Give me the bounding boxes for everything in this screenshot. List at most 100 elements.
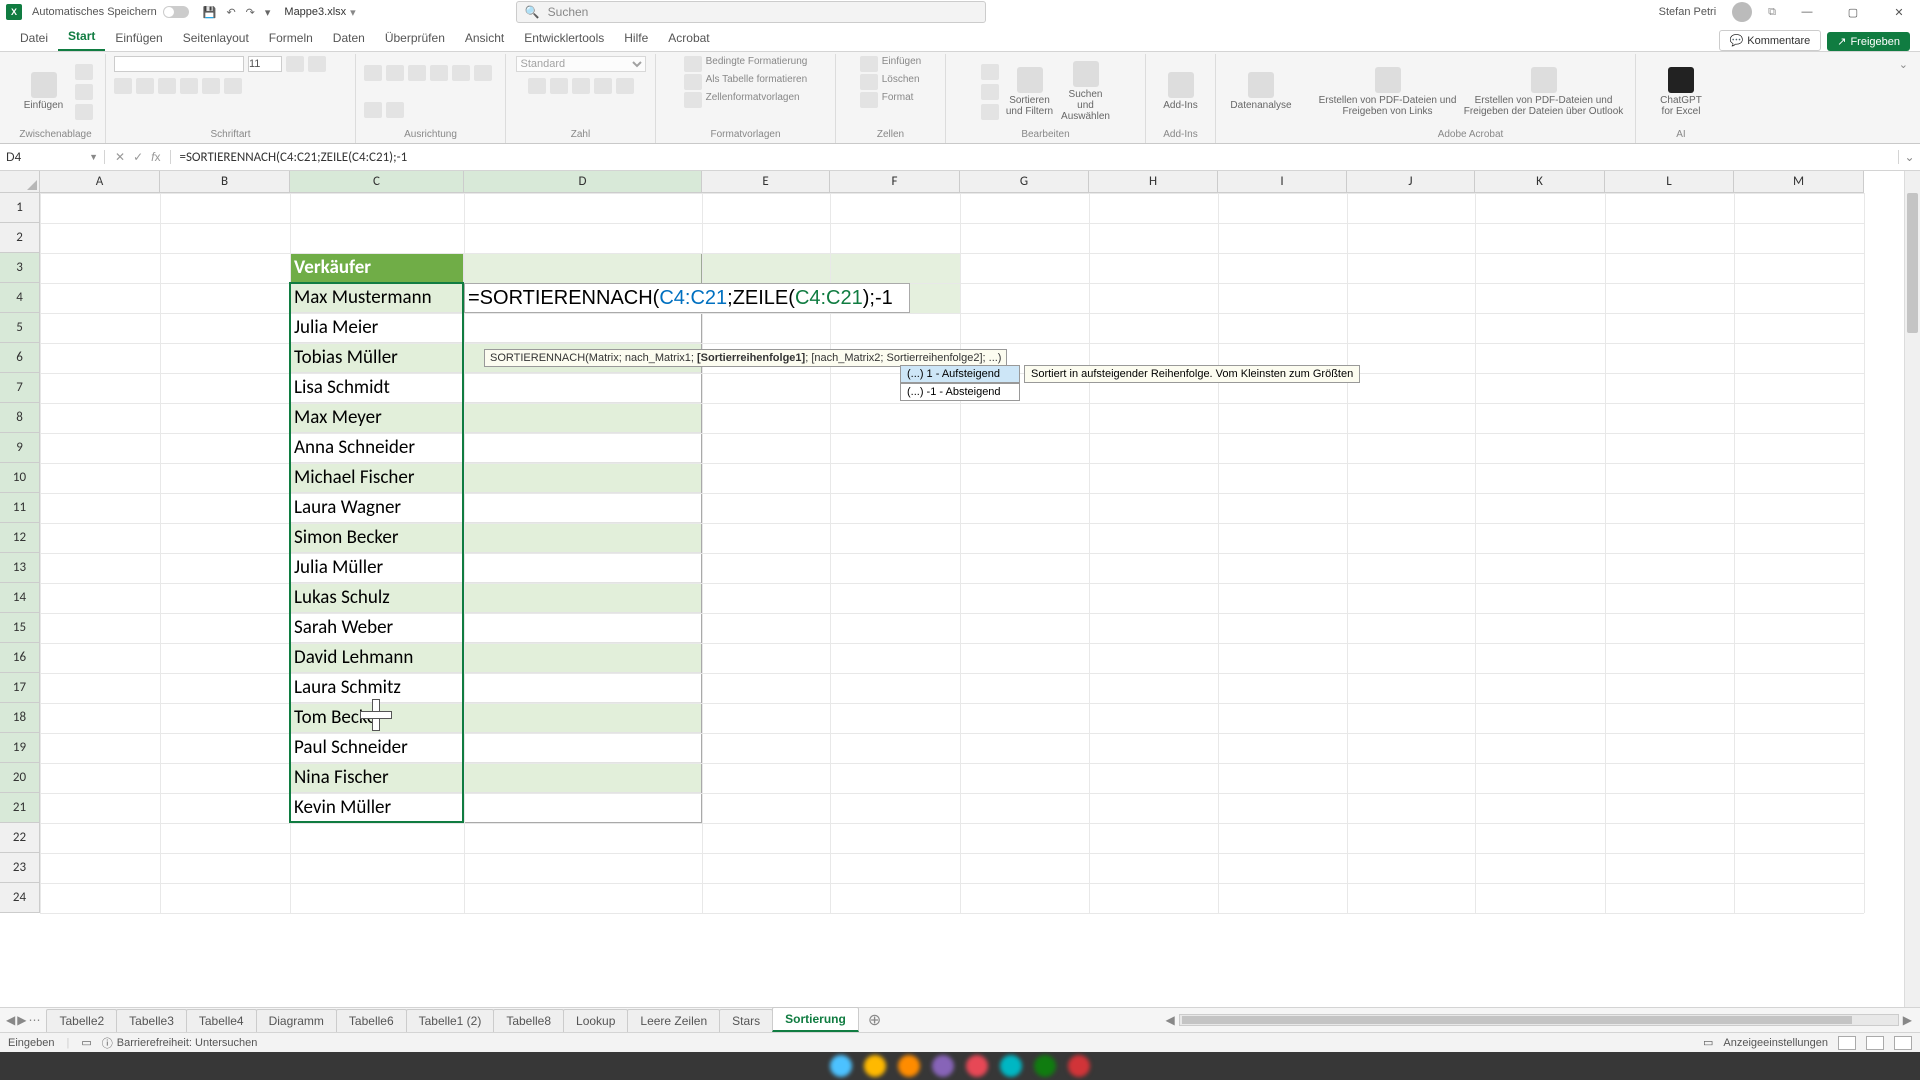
tab-insert[interactable]: Einfügen xyxy=(105,25,172,51)
table-cell-d12[interactable] xyxy=(464,523,702,553)
table-cell-d15[interactable] xyxy=(464,613,702,643)
select-all-corner[interactable] xyxy=(0,171,40,193)
table-cell-c10[interactable]: Michael Fischer xyxy=(290,463,464,493)
table-cell-c14[interactable]: Lukas Schulz xyxy=(290,583,464,613)
tab-developer[interactable]: Entwicklertools xyxy=(514,25,614,51)
align-middle-icon[interactable] xyxy=(386,65,404,81)
page-break-view-icon[interactable] xyxy=(1894,1036,1912,1050)
col-header-M[interactable]: M xyxy=(1734,171,1864,193)
decrease-font-icon[interactable] xyxy=(308,56,326,72)
table-cell-d17[interactable] xyxy=(464,673,702,703)
tab-view[interactable]: Ansicht xyxy=(455,25,514,51)
row-header-22[interactable]: 22 xyxy=(0,823,40,853)
undo-icon[interactable]: ↶ xyxy=(226,6,235,19)
italic-icon[interactable] xyxy=(136,78,154,94)
taskbar-icon[interactable] xyxy=(932,1055,954,1077)
save-icon[interactable]: 💾 xyxy=(203,6,217,19)
scrollbar-thumb[interactable] xyxy=(1907,193,1918,333)
sheet-tab-sortierung[interactable]: Sortierung xyxy=(772,1007,859,1032)
sort-order-option-asc[interactable]: (...) 1 - Aufsteigend xyxy=(900,365,1020,383)
chevron-down-icon[interactable]: ▾ xyxy=(350,6,356,19)
table-cell-c19[interactable]: Paul Schneider xyxy=(290,733,464,763)
row-header-2[interactable]: 2 xyxy=(0,223,40,253)
table-cell-d21[interactable] xyxy=(464,793,702,823)
merge-icon[interactable] xyxy=(386,102,404,118)
number-format-select[interactable]: Standard xyxy=(516,56,646,72)
add-sheet-button[interactable]: ⊕ xyxy=(858,1010,891,1030)
copy-icon[interactable] xyxy=(75,84,93,100)
format-cells-button[interactable]: Format xyxy=(860,92,914,108)
increase-font-icon[interactable] xyxy=(286,56,304,72)
row-header-9[interactable]: 9 xyxy=(0,433,40,463)
display-settings-icon[interactable]: ▭ xyxy=(1703,1036,1713,1049)
table-cell-d10[interactable] xyxy=(464,463,702,493)
as-table-button[interactable]: Als Tabelle formatieren xyxy=(684,74,808,90)
table-cell-c7[interactable]: Lisa Schmidt xyxy=(290,373,464,403)
col-header-B[interactable]: B xyxy=(160,171,290,193)
tab-review[interactable]: Überprüfen xyxy=(375,25,455,51)
display-settings-label[interactable]: Anzeigeeinstellungen xyxy=(1723,1037,1828,1049)
row-header-13[interactable]: 13 xyxy=(0,553,40,583)
sheet-tab-tabelle3[interactable]: Tabelle3 xyxy=(116,1009,187,1032)
table-cell-c17[interactable]: Laura Schmitz xyxy=(290,673,464,703)
delete-cells-button[interactable]: Löschen xyxy=(860,74,920,90)
qat-more-icon[interactable]: ▾ xyxy=(265,6,271,19)
acrobat-outlook-button[interactable]: Erstellen von PDF-Dateien und Freigeben … xyxy=(1464,67,1624,117)
bold-icon[interactable] xyxy=(114,78,132,94)
macro-icon[interactable]: ▭ xyxy=(81,1036,91,1049)
table-cell-d8[interactable] xyxy=(464,403,702,433)
sheet-tab-lookup[interactable]: Lookup xyxy=(563,1009,628,1032)
row-header-3[interactable]: 3 xyxy=(0,253,40,283)
page-layout-view-icon[interactable] xyxy=(1866,1036,1884,1050)
table-cell-c18[interactable]: Tom Becker xyxy=(290,703,464,733)
addins-button[interactable]: Add-Ins xyxy=(1156,72,1206,111)
row-header-15[interactable]: 15 xyxy=(0,613,40,643)
sheet-tab-diagramm[interactable]: Diagramm xyxy=(256,1009,337,1032)
comma-icon[interactable] xyxy=(572,78,590,94)
share-button[interactable]: ↗ Freigeben xyxy=(1827,32,1910,51)
sheet-tab-tabelle1-2-[interactable]: Tabelle1 (2) xyxy=(406,1009,495,1032)
row-header-19[interactable]: 19 xyxy=(0,733,40,763)
row-header-18[interactable]: 18 xyxy=(0,703,40,733)
col-header-J[interactable]: J xyxy=(1347,171,1475,193)
table-cell-d20[interactable] xyxy=(464,763,702,793)
align-top-icon[interactable] xyxy=(364,65,382,81)
fill-icon[interactable] xyxy=(981,84,999,100)
cut-icon[interactable] xyxy=(75,64,93,80)
avatar[interactable] xyxy=(1732,2,1752,22)
find-select-button[interactable]: Suchen und Auswählen xyxy=(1061,61,1111,122)
hscroll-right-icon[interactable]: ▶ xyxy=(1903,1013,1912,1027)
name-box[interactable]: D4 ▼ xyxy=(0,150,105,164)
col-header-D[interactable]: D xyxy=(464,171,702,193)
collapse-ribbon-icon[interactable]: ⌄ xyxy=(1893,54,1914,143)
align-right-icon[interactable] xyxy=(364,102,382,118)
row-header-24[interactable]: 24 xyxy=(0,883,40,913)
table-cell-c9[interactable]: Anna Schneider xyxy=(290,433,464,463)
row-header-1[interactable]: 1 xyxy=(0,193,40,223)
tab-data[interactable]: Daten xyxy=(323,25,375,51)
sheet-tab-stars[interactable]: Stars xyxy=(719,1009,773,1032)
sheet-tab-tabelle2[interactable]: Tabelle2 xyxy=(46,1009,117,1032)
close-button[interactable]: ✕ xyxy=(1884,6,1914,19)
row-header-17[interactable]: 17 xyxy=(0,673,40,703)
taskbar-icon[interactable] xyxy=(830,1055,852,1077)
table-header-c[interactable]: Verkäufer xyxy=(290,253,464,283)
cancel-formula-icon[interactable]: ✕ xyxy=(115,150,125,164)
tab-help[interactable]: Hilfe xyxy=(614,25,658,51)
col-header-G[interactable]: G xyxy=(960,171,1089,193)
table-cell-d19[interactable] xyxy=(464,733,702,763)
table-cell-c20[interactable]: Nina Fischer xyxy=(290,763,464,793)
table-cell-c5[interactable]: Julia Meier xyxy=(290,313,464,343)
align-bottom-icon[interactable] xyxy=(408,65,426,81)
col-header-L[interactable]: L xyxy=(1605,171,1734,193)
border-icon[interactable] xyxy=(180,78,198,94)
enter-formula-icon[interactable]: ✓ xyxy=(133,150,143,164)
search-input[interactable]: 🔍 Suchen xyxy=(516,1,986,23)
col-header-C[interactable]: C xyxy=(290,171,464,193)
table-cell-d13[interactable] xyxy=(464,553,702,583)
tab-formulas[interactable]: Formeln xyxy=(259,25,323,51)
hscroll-left-icon[interactable]: ◀ xyxy=(1166,1013,1175,1027)
chatgpt-button[interactable]: ChatGPT for Excel xyxy=(1656,67,1706,117)
autosum-icon[interactable] xyxy=(981,64,999,80)
format-painter-icon[interactable] xyxy=(75,104,93,120)
